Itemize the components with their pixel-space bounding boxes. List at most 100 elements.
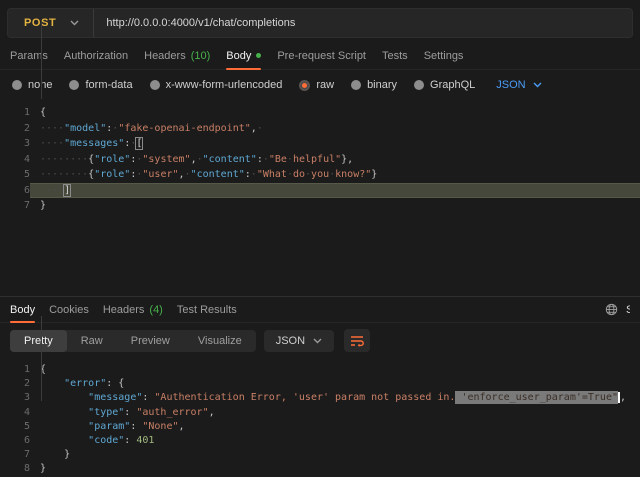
response-language-chevron-down-icon: [313, 338, 322, 344]
body-type-form-data[interactable]: form-data: [69, 79, 132, 91]
label: Cookies: [49, 304, 89, 316]
request-tabs: Params Authorization Headers (10) Body Pre-re…: [0, 42, 640, 70]
tab-settings[interactable]: Settings: [424, 42, 464, 69]
globe-icon[interactable]: [605, 303, 618, 316]
code-line[interactable]: 5········{"role":·"user",·"content":·"Wh…: [0, 167, 640, 183]
response-body-editor[interactable]: 1{2 "error": {3 "message": "Authenticati…: [0, 358, 640, 477]
modified-dot: [256, 53, 261, 58]
line-content: "error": {: [30, 377, 640, 391]
radio-icon: [414, 80, 424, 90]
line-content: ········{"role":·"user",·"content":·"Wha…: [30, 167, 640, 183]
count-badge: (10): [191, 50, 211, 62]
line-number: 7: [0, 448, 30, 462]
tab-body[interactable]: Body: [226, 42, 261, 69]
label: form-data: [85, 79, 132, 91]
tab-pre-request-script[interactable]: Pre-request Script: [277, 42, 366, 69]
raw-language-select[interactable]: JSON: [496, 79, 541, 91]
line-number: 2: [0, 377, 30, 391]
code-line[interactable]: 7}: [0, 198, 640, 214]
code-line[interactable]: 6····]: [0, 183, 640, 199]
line-content: }: [30, 198, 640, 214]
view-tab-raw[interactable]: Raw: [67, 330, 117, 352]
label: Test Results: [177, 304, 237, 316]
tab-headers[interactable]: Headers (10): [144, 42, 210, 69]
line-number: 5: [0, 167, 30, 183]
label: raw: [316, 79, 334, 91]
label: Settings: [424, 50, 464, 62]
raw-language-label: JSON: [496, 79, 525, 91]
view-tab-visualize[interactable]: Visualize: [184, 330, 256, 352]
label: binary: [367, 79, 397, 91]
radio-icon: [69, 80, 79, 90]
method-selector[interactable]: POST: [8, 17, 70, 29]
label: Authorization: [64, 50, 128, 62]
code-line[interactable]: 1{: [0, 105, 640, 121]
label: Headers: [103, 304, 145, 316]
response-tab-test-results[interactable]: Test Results: [177, 297, 237, 322]
view-tab-preview[interactable]: Preview: [117, 330, 184, 352]
request-body-editor[interactable]: 1{2····"model":·"fake-openai-endpoint",·…: [0, 100, 640, 298]
code-line[interactable]: 6 "code": 401: [0, 434, 640, 448]
label: Visualize: [198, 335, 242, 347]
label: Tests: [382, 50, 408, 62]
indent-guide: [41, 316, 42, 401]
line-number: 6: [0, 434, 30, 448]
label: Pretty: [24, 335, 53, 347]
body-type-row: none form-data x-www-form-urlencoded raw bin…: [0, 70, 640, 100]
line-content: "param": "None",: [30, 420, 640, 434]
tab-authorization[interactable]: Authorization: [64, 42, 128, 69]
line-content: ····"model":·"fake-openai-endpoint",·: [30, 121, 640, 137]
code-line[interactable]: 2 "error": {: [0, 377, 640, 391]
body-type-binary[interactable]: binary: [351, 79, 397, 91]
code-line[interactable]: 3····"messages":·[: [0, 136, 640, 152]
radio-icon: [351, 80, 361, 90]
view-mode-segmented-control: Pretty Raw Preview Visualize: [10, 330, 256, 352]
code-line[interactable]: 4 "type": "auth_error",: [0, 406, 640, 420]
label: GraphQL: [430, 79, 475, 91]
wrap-text-icon: [350, 335, 364, 347]
url-bar: POST http://0.0.0.0:4000/v1/chat/complet…: [7, 8, 633, 38]
line-content: {: [30, 105, 640, 121]
response-tab-headers[interactable]: Headers(4): [103, 297, 163, 322]
body-type-none[interactable]: none: [12, 79, 52, 91]
wrap-text-button[interactable]: [344, 329, 370, 352]
line-content: ········{"role":·"system",·"content":·"B…: [30, 152, 640, 168]
label: Body: [10, 304, 35, 316]
code-line[interactable]: 2····"model":·"fake-openai-endpoint",·: [0, 121, 640, 137]
line-content: ····]: [30, 183, 640, 199]
response-language-select[interactable]: JSON: [264, 330, 334, 352]
body-type-raw[interactable]: raw: [299, 79, 334, 91]
code-line[interactable]: 3 "message": "Authentication Error, 'use…: [0, 391, 640, 405]
line-content: "type": "auth_error",: [30, 406, 640, 420]
radio-icon: [299, 80, 310, 91]
response-meta-area: S: [605, 297, 630, 322]
line-number: 1: [0, 105, 30, 121]
response-tab-cookies[interactable]: Cookies: [49, 297, 89, 322]
method-chevron-down-icon[interactable]: [70, 20, 79, 26]
view-tab-pretty[interactable]: Pretty: [10, 330, 67, 352]
label: Headers: [144, 50, 186, 62]
radio-icon: [12, 80, 22, 90]
code-line[interactable]: 7 }: [0, 448, 640, 462]
status-text-clipped: S: [626, 304, 630, 316]
tab-tests[interactable]: Tests: [382, 42, 408, 69]
line-content: ····"messages":·[: [30, 136, 640, 152]
response-tab-body[interactable]: Body: [10, 297, 35, 322]
label: Raw: [81, 335, 103, 347]
body-type-x-www-form-urlencoded[interactable]: x-www-form-urlencoded: [150, 79, 283, 91]
code-line[interactable]: 4········{"role":·"system",·"content":·"…: [0, 152, 640, 168]
url-input[interactable]: http://0.0.0.0:4000/v1/chat/completions: [94, 17, 295, 29]
body-type-graphql[interactable]: GraphQL: [414, 79, 475, 91]
line-content: }: [30, 462, 640, 476]
response-section: Body Cookies Headers(4) Test Results S Pret…: [0, 296, 640, 477]
response-language-label: JSON: [276, 335, 305, 347]
line-number: 2: [0, 121, 30, 137]
line-number: 3: [0, 391, 30, 405]
tab-params[interactable]: Params: [10, 42, 48, 69]
code-line[interactable]: 5 "param": "None",: [0, 420, 640, 434]
code-line[interactable]: 1{: [0, 363, 640, 377]
line-number: 5: [0, 420, 30, 434]
response-view-toolbar: Pretty Raw Preview Visualize JSON: [0, 323, 640, 358]
line-number: 1: [0, 363, 30, 377]
code-line[interactable]: 8}: [0, 462, 640, 476]
